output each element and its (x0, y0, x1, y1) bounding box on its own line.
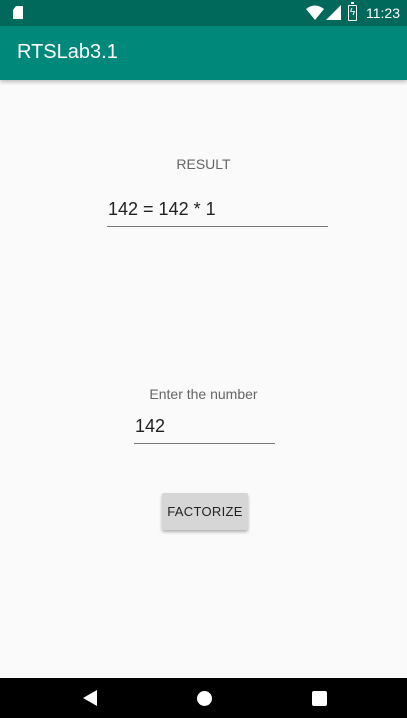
number-input-label: Enter the number (149, 386, 258, 402)
back-icon[interactable] (83, 690, 97, 706)
app-bar: RTSLab3.1 (0, 26, 407, 80)
navigation-bar (0, 678, 407, 718)
factorize-button[interactable]: FACTORIZE (162, 493, 248, 530)
status-bar: ϟ 11:23 (0, 0, 407, 26)
result-label: RESULT (176, 156, 231, 172)
result-field[interactable]: 142 = 142 * 1 (107, 199, 328, 227)
app-title: RTSLab3.1 (17, 41, 118, 63)
sd-card-icon (13, 6, 23, 19)
number-input[interactable]: 142 (134, 416, 275, 444)
battery-charging-icon: ϟ (348, 2, 357, 21)
wifi-icon (306, 5, 324, 20)
home-icon[interactable] (197, 691, 212, 706)
status-clock: 11:23 (366, 5, 400, 21)
recents-icon[interactable] (312, 691, 327, 706)
signal-icon (326, 5, 341, 20)
